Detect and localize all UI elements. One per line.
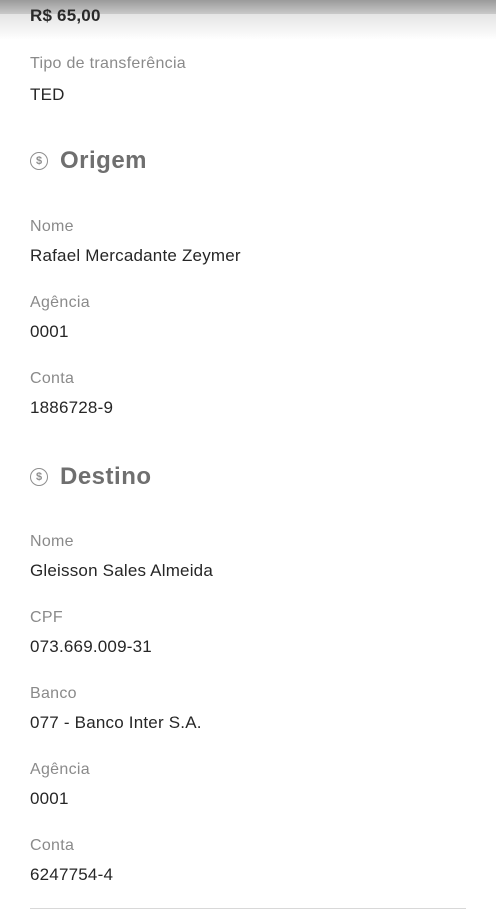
origem-conta-label: Conta: [30, 370, 75, 387]
destino-banco-value: 077 - Banco Inter S.A.: [30, 713, 202, 732]
destino-conta-value: 6247754-4: [30, 865, 114, 884]
destino-nome-value: Gleisson Sales Almeida: [30, 561, 213, 580]
origem-nome-label: Nome: [30, 218, 74, 235]
destino-section-header: $ Destino: [30, 461, 152, 493]
destino-banco-label: Banco: [30, 685, 77, 702]
destino-cpf-value: 073.669.009-31: [30, 637, 152, 656]
dollar-circle-icon: $: [30, 468, 48, 486]
origem-nome-value: Rafael Mercadante Zeymer: [30, 246, 241, 265]
origem-section-header: $ Origem: [30, 145, 147, 177]
origem-agencia-value: 0001: [30, 322, 69, 341]
destino-nome-label: Nome: [30, 533, 74, 550]
origem-conta-value: 1886728-9: [30, 398, 114, 417]
transfer-type-label: Tipo de transferência: [30, 55, 187, 72]
dollar-circle-icon: $: [30, 152, 48, 170]
destino-conta-label: Conta: [30, 837, 75, 854]
destino-title: Destino: [60, 463, 152, 490]
origem-title: Origem: [60, 147, 148, 174]
bottom-divider: [30, 908, 466, 909]
origem-agencia-label: Agência: [30, 294, 90, 311]
destino-agencia-value: 0001: [30, 789, 69, 808]
transfer-amount: R$ 65,00: [30, 6, 101, 25]
destino-cpf-label: CPF: [30, 609, 63, 626]
destino-agencia-label: Agência: [30, 761, 90, 778]
transfer-type-value: TED: [30, 85, 65, 104]
